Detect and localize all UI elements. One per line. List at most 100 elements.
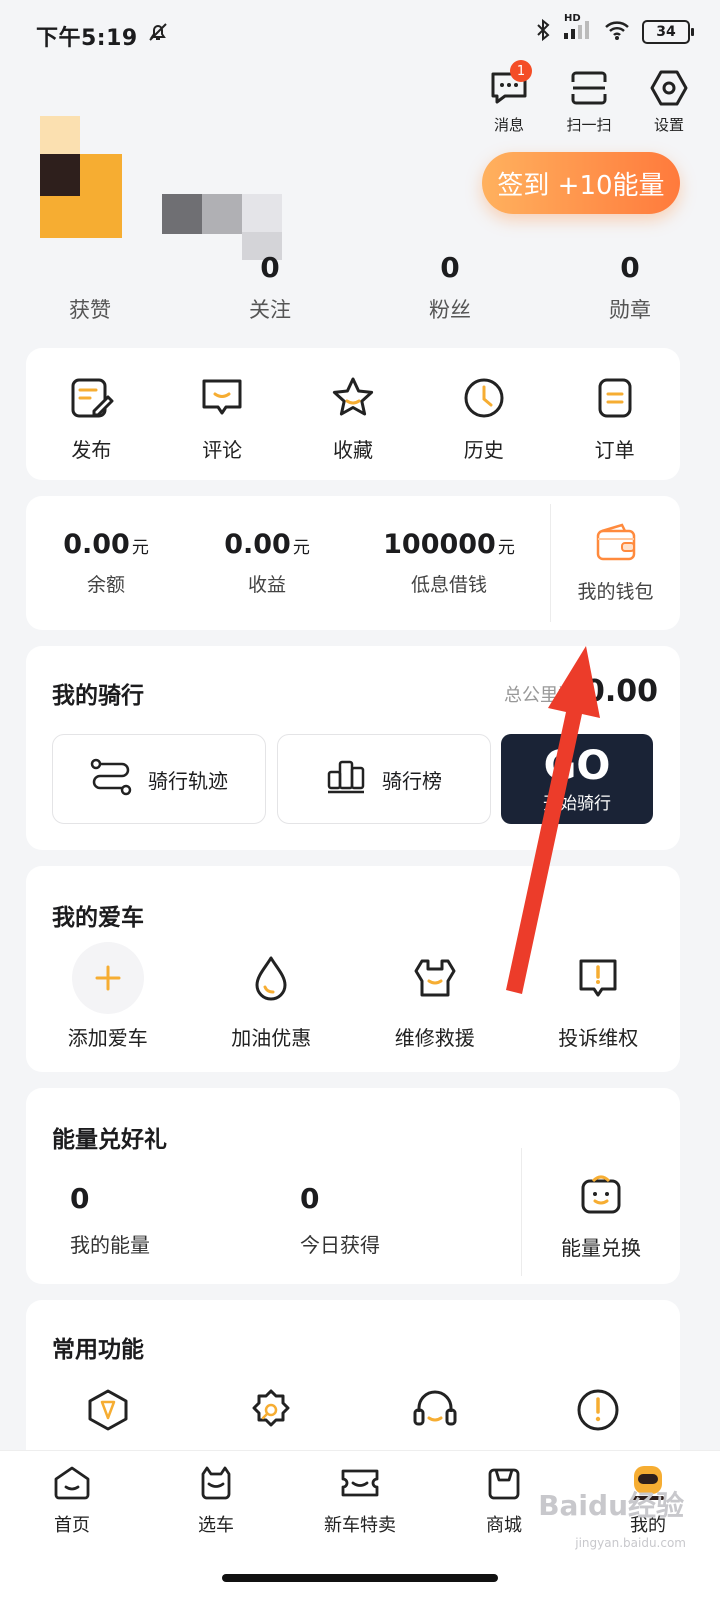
stat-value: 0 [440,251,460,284]
stat-label: 粉丝 [429,298,471,322]
my-energy[interactable]: 0 我的能量 [70,1182,150,1258]
diamond-pen-icon [86,1388,130,1438]
add-car-label: 添加爱车 [67,1026,148,1050]
add-car-button[interactable]: 添加爱车 [43,942,173,1051]
my-energy-value: 0 [70,1182,90,1215]
common-function-3[interactable] [370,1388,500,1438]
comment-button[interactable]: 评论 [167,372,277,463]
riding-card: 我的骑行 总公里数 0.00 骑行轨迹 骑行榜 GO 开始骑行 [26,646,680,850]
loan-item[interactable]: 100000 元 低息借钱 [348,496,550,630]
ride-track-button[interactable]: 骑行轨迹 [52,734,266,824]
top-actions: 1 消息 扫一扫 设置 [480,60,698,135]
home-indicator[interactable] [222,1574,498,1582]
loan-value: 100000 [383,529,496,560]
status-time: 下午5:19 [36,26,138,51]
publish-button[interactable]: 发布 [36,372,146,463]
scan-label: 扫一扫 [566,116,612,134]
settings-button[interactable]: 设置 [640,66,698,135]
complaint-label: 投诉维权 [558,1026,639,1050]
status-bar: 下午5:19 HD 34 [0,0,720,64]
ride-rank-button[interactable]: 骑行榜 [277,734,491,824]
balance-unit: 元 [131,538,149,558]
wallet-icon [594,523,638,567]
stat-value: 0 [260,251,280,284]
balance-item[interactable]: 0.00 元 余额 [26,496,186,630]
total-distance-label: 总公里数 [503,685,576,706]
today-energy[interactable]: 0 今日获得 [300,1182,380,1258]
stat-fans[interactable]: 0 粉丝 [360,250,540,330]
complaint-button[interactable]: 投诉维权 [533,942,663,1051]
tab-home[interactable]: 首页 [12,1463,132,1537]
route-icon [90,758,132,801]
repair-rescue-button[interactable]: 维修救援 [370,942,500,1051]
shopping-bag-icon [484,1463,524,1503]
fuel-deals-button[interactable]: 加油优惠 [206,942,336,1051]
total-distance-value: 0.00 [583,674,658,709]
add-icon [71,942,144,1014]
ride-rank-label: 骑行榜 [382,768,442,793]
wifi-icon [604,19,630,45]
fuel-deals-label: 加油优惠 [231,1026,312,1050]
scan-button[interactable]: 扫一扫 [560,66,618,135]
energy-exchange-button[interactable]: 能量兑换 [536,1172,666,1261]
stat-following[interactable]: 0 关注 [180,250,360,330]
stat-likes[interactable]: 获赞 [0,250,180,330]
energy-card: 能量兑好礼 0 我的能量 0 今日获得 能量兑换 [26,1088,680,1284]
ticket-icon [340,1463,380,1503]
stat-medals[interactable]: 0 勋章 [540,250,720,330]
tab-new-car-sale[interactable]: 新车特卖 [300,1463,420,1537]
headset-icon [412,1388,458,1438]
wallet-card: 0.00 元 余额 0.00 元 收益 100000 元 低息借钱 我的钱包 [26,496,680,630]
edit-icon [65,372,117,424]
network-type: HD [564,13,581,24]
common-functions-title: 常用功能 [52,1337,144,1363]
messages-label: 消息 [493,116,524,134]
my-energy-label: 我的能量 [70,1233,150,1257]
stat-label: 关注 [249,298,291,322]
settings-label: 设置 [653,116,684,134]
order-icon [589,372,641,424]
my-wallet-label: 我的钱包 [577,580,654,603]
repair-rescue-label: 维修救援 [394,1026,475,1050]
income-label: 收益 [247,574,286,596]
alert-icon [576,942,620,1014]
my-car-title: 我的爱车 [52,905,144,931]
messages-button[interactable]: 1 消息 [480,60,538,135]
stat-value: 0 [620,251,640,284]
home-icon [52,1463,92,1503]
scan-icon [567,66,611,110]
tab-new-car-sale-label: 新车特卖 [324,1515,396,1536]
my-wallet-button[interactable]: 我的钱包 [551,496,680,630]
history-label: 历史 [463,438,504,462]
ride-track-label: 骑行轨迹 [148,768,228,793]
username-blurred [162,194,282,234]
income-unit: 元 [292,538,310,558]
history-button[interactable]: 历史 [429,372,539,463]
tab-choose-car[interactable]: 选车 [156,1463,276,1537]
star-icon [327,372,379,424]
loan-unit: 元 [497,538,515,558]
watermark-url: jingyan.baidu.com [575,1536,686,1550]
bell-muted-icon [146,20,170,48]
income-item[interactable]: 0.00 元 收益 [186,496,348,630]
avatar[interactable] [40,116,122,238]
common-function-1[interactable] [43,1388,173,1438]
common-function-4[interactable] [533,1388,663,1438]
start-riding-label: 开始骑行 [543,793,611,814]
favorites-button[interactable]: 收藏 [298,372,408,463]
balance-value: 0.00 [63,529,130,560]
publish-label: 发布 [71,438,112,462]
loan-label: 低息借钱 [410,574,487,596]
today-energy-label: 今日获得 [300,1233,380,1257]
checkin-button[interactable]: 签到 +10能量 [482,152,680,214]
status-icons: HD 34 [149,13,694,46]
orders-label: 订单 [594,438,635,462]
riding-title: 我的骑行 [52,683,144,709]
today-energy-value: 0 [300,1182,320,1215]
orders-button[interactable]: 订单 [560,372,670,463]
income-value: 0.00 [224,529,291,560]
start-riding-button[interactable]: GO 开始骑行 [501,734,653,824]
my-car-card: 我的爱车 添加爱车 加油优惠 维修救援 投诉维权 [26,866,680,1072]
common-function-2[interactable] [206,1388,336,1438]
go-label: GO [543,742,611,789]
